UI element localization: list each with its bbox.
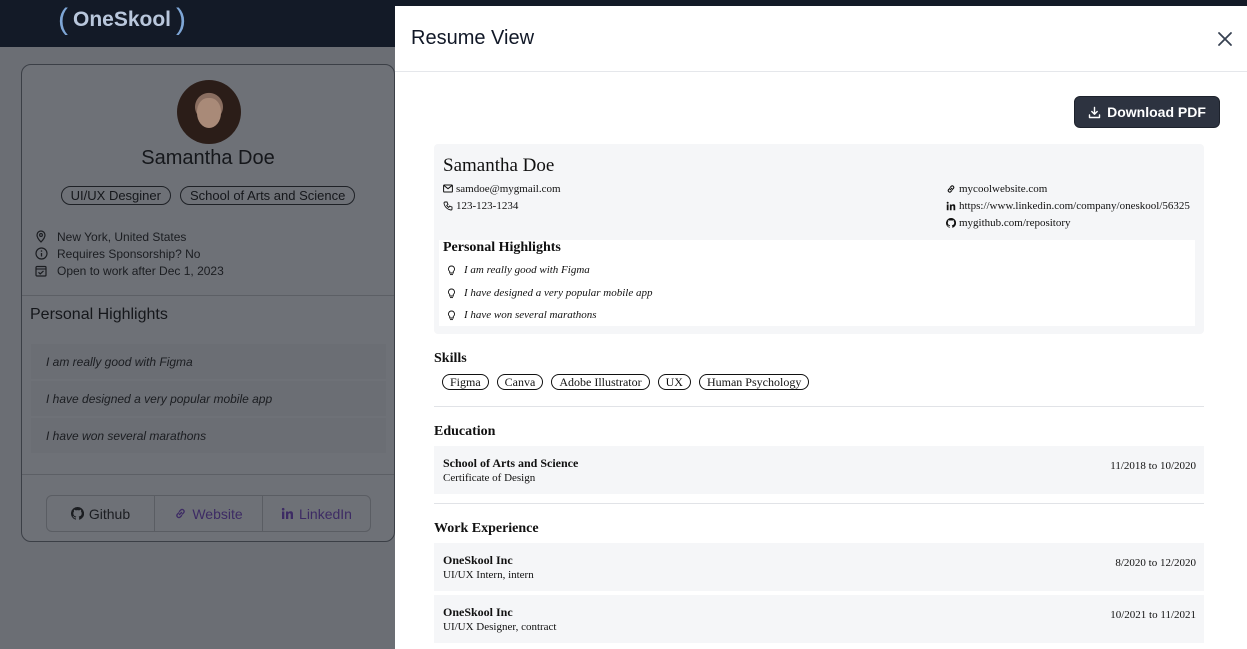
oneskool-logo[interactable]: ( OneSkool ) <box>58 4 186 34</box>
github-icon <box>946 217 959 228</box>
website-button[interactable]: Website <box>155 496 263 531</box>
entry-org: School of Arts and Science <box>443 456 579 470</box>
link-icon <box>174 507 187 520</box>
highlights-heading: Personal Highlights <box>443 240 561 255</box>
linkedin-icon <box>946 201 959 211</box>
education-entry: School of Arts and Science Certificate o… <box>434 446 1204 494</box>
profile-meta: New York, United States Requires Sponsor… <box>35 228 224 279</box>
highlights-list: I am really good with Figma I have desig… <box>31 344 386 455</box>
entry-detail: Certificate of Design <box>443 472 536 484</box>
profile-card: Samantha Doe UI/UX Desginer School of Ar… <box>21 64 395 542</box>
mail-icon <box>443 184 456 193</box>
entry-dates: 8/2020 to 12/2020 <box>1115 557 1196 569</box>
divider <box>22 474 394 475</box>
close-icon[interactable] <box>1216 30 1234 48</box>
lightbulb-icon <box>447 288 464 299</box>
work-entry: OneSkool Inc UI/UX Intern, intern 8/2020… <box>434 543 1204 591</box>
entry-org: OneSkool Inc <box>443 605 513 619</box>
skill-tag: Figma <box>442 374 489 390</box>
skills-list: Figma Canva Adobe Illustrator UX Human P… <box>442 374 810 390</box>
divider <box>434 503 1204 504</box>
highlights-heading: Personal Highlights <box>30 306 168 323</box>
role-tag: UI/UX Desginer <box>60 186 171 205</box>
download-icon <box>1088 106 1101 119</box>
skills-heading: Skills <box>434 351 467 366</box>
sponsorship-row: Requires Sponsorship? No <box>35 245 224 262</box>
profile-tags: UI/UX Desginer School of Arts and Scienc… <box>22 186 394 205</box>
work-entry: OneSkool Inc UI/UX Designer, contract 10… <box>434 595 1204 643</box>
social-links: Github Website LinkedIn <box>46 495 371 532</box>
github-icon <box>70 507 84 520</box>
entry-dates: 11/2018 to 10/2020 <box>1110 460 1196 472</box>
linkedin-contact: https://www.linkedin.com/company/oneskoo… <box>946 197 1190 214</box>
list-item: I have designed a very popular mobile ap… <box>31 381 386 416</box>
map-pin-icon <box>35 230 57 244</box>
link-icon <box>946 184 959 194</box>
avatar <box>177 80 241 144</box>
divider <box>434 406 1204 407</box>
lightbulb-icon <box>447 265 464 276</box>
linkedin-button[interactable]: LinkedIn <box>263 496 370 531</box>
availability-row: Open to work after Dec 1, 2023 <box>35 262 224 279</box>
list-item: I have won several marathons <box>31 418 386 453</box>
divider <box>22 295 394 296</box>
resume-modal: Resume View Download PDF Samantha Doe sa… <box>395 6 1247 649</box>
list-item: I have won several marathons <box>447 309 597 321</box>
resume-header: Samantha Doe samdoe@mygmail.com 123-123-… <box>434 144 1204 334</box>
email-contact: samdoe@mygmail.com <box>443 180 561 197</box>
phone-icon <box>443 201 456 211</box>
list-item: I am really good with Figma <box>447 264 590 276</box>
location-row: New York, United States <box>35 228 224 245</box>
education-heading: Education <box>434 424 496 439</box>
entry-org: OneSkool Inc <box>443 553 513 567</box>
resume-name: Samantha Doe <box>443 155 555 176</box>
download-pdf-button[interactable]: Download PDF <box>1074 96 1220 128</box>
linkedin-icon <box>281 507 294 520</box>
website-contact: mycoolwebsite.com <box>946 180 1047 197</box>
entry-detail: UI/UX Designer, contract <box>443 621 557 633</box>
skill-tag: Canva <box>496 374 544 390</box>
skill-tag: Human Psychology <box>698 374 810 390</box>
profile-name: Samantha Doe <box>141 147 275 169</box>
modal-header: Resume View <box>395 6 1247 72</box>
phone-contact: 123-123-1234 <box>443 197 518 214</box>
calendar-check-icon <box>35 264 57 278</box>
github-contact: mygithub.com/repository <box>946 214 1071 231</box>
lightbulb-icon <box>447 310 464 321</box>
info-icon <box>35 247 57 261</box>
list-item: I have designed a very popular mobile ap… <box>447 287 652 299</box>
school-tag: School of Arts and Science <box>179 186 356 205</box>
list-item: I am really good with Figma <box>31 344 386 379</box>
entry-detail: UI/UX Intern, intern <box>443 569 534 581</box>
github-button[interactable]: Github <box>47 496 155 531</box>
modal-title: Resume View <box>411 27 535 49</box>
work-heading: Work Experience <box>434 521 539 536</box>
skill-tag: UX <box>657 374 691 390</box>
skill-tag: Adobe Illustrator <box>551 374 650 390</box>
entry-dates: 10/2021 to 11/2021 <box>1110 609 1196 621</box>
